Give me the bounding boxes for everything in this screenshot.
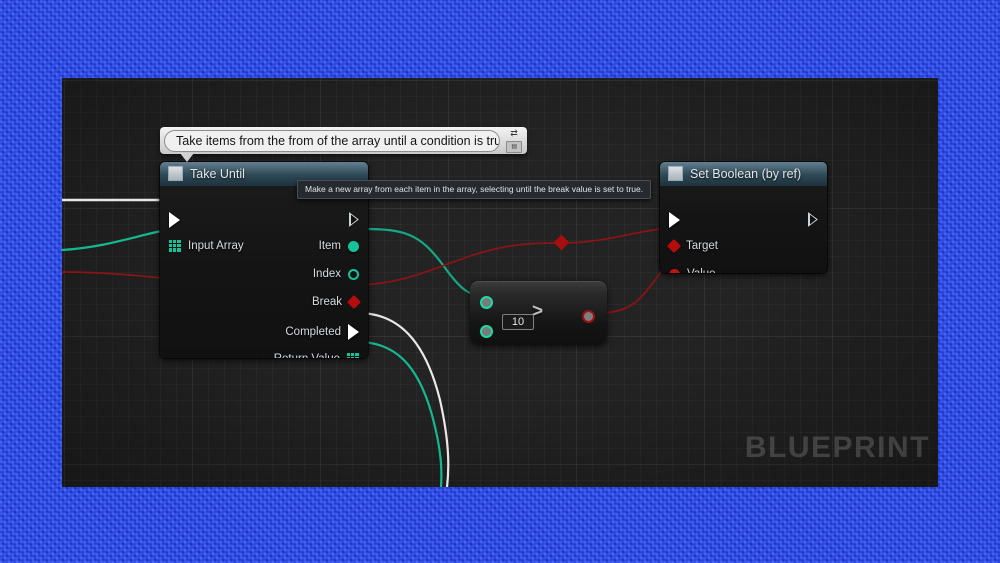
pin-row-exec-out[interactable] bbox=[342, 212, 359, 227]
exec-out-pin-icon[interactable] bbox=[349, 212, 359, 227]
pin-row-return-value[interactable]: Return Value bbox=[274, 353, 359, 358]
pin-row-value[interactable]: Value bbox=[669, 268, 716, 273]
comment-bubble-buttons: ⇄ ▤ bbox=[503, 129, 527, 153]
node-greater-than[interactable]: > 10 bbox=[470, 281, 607, 344]
function-icon bbox=[168, 166, 183, 181]
function-icon bbox=[668, 166, 683, 181]
compare-input-b-pin[interactable] bbox=[480, 325, 493, 338]
target-pin-icon[interactable] bbox=[666, 238, 682, 254]
comment-text-input[interactable]: Take items from the from of the array un… bbox=[164, 129, 500, 152]
break-label: Break bbox=[311, 296, 342, 308]
pin-row-setbool-exec-out[interactable] bbox=[801, 212, 818, 227]
comment-bubble-tail bbox=[180, 153, 194, 162]
return-value-label: Return Value bbox=[274, 353, 340, 358]
blueprint-watermark: BLUEPRINT bbox=[744, 431, 930, 464]
node-set-boolean-title: Set Boolean (by ref) bbox=[690, 166, 802, 181]
break-pin-icon[interactable] bbox=[346, 294, 362, 310]
target-label: Target bbox=[686, 240, 718, 252]
value-pin-icon[interactable] bbox=[669, 268, 680, 273]
collapse-icon[interactable]: ▤ bbox=[506, 140, 522, 153]
return-value-pin-icon[interactable] bbox=[347, 353, 359, 358]
item-pin-icon[interactable] bbox=[348, 240, 359, 252]
pin-row-input-array[interactable]: Input Array bbox=[169, 240, 244, 252]
compare-input-a-pin[interactable] bbox=[480, 296, 493, 309]
index-pin-icon[interactable] bbox=[348, 268, 359, 280]
item-label: Item bbox=[318, 240, 341, 252]
pin-row-item[interactable]: Item bbox=[319, 240, 359, 252]
pin-row-completed[interactable]: Completed bbox=[285, 324, 359, 340]
completed-label: Completed bbox=[285, 326, 341, 338]
exec-in-pin-icon[interactable] bbox=[169, 212, 180, 228]
node-set-boolean-header[interactable]: Set Boolean (by ref) bbox=[660, 162, 827, 186]
completed-pin-icon[interactable] bbox=[348, 324, 359, 340]
node-take-until-title: Take Until bbox=[190, 166, 245, 181]
screenshot-root: BLUEPRINT Take Until Input Array Item In… bbox=[0, 0, 1000, 563]
compare-output-pin[interactable] bbox=[582, 310, 595, 323]
pin-row-exec-in[interactable] bbox=[169, 212, 187, 228]
compare-value-input[interactable]: 10 bbox=[502, 314, 534, 330]
index-label: Index bbox=[312, 268, 341, 280]
exec-out-pin-icon[interactable] bbox=[808, 212, 818, 227]
value-label: Value bbox=[687, 268, 716, 273]
pin-row-break[interactable]: Break bbox=[311, 294, 362, 310]
node-comment-bubble[interactable]: Take items from the from of the array un… bbox=[160, 127, 527, 162]
pin-icon[interactable]: ⇄ bbox=[507, 129, 521, 139]
pin-row-target[interactable]: Target bbox=[666, 238, 718, 254]
node-tooltip: Make a new array from each item in the a… bbox=[297, 180, 652, 199]
pin-row-setbool-exec-in[interactable] bbox=[669, 212, 687, 228]
input-array-label: Input Array bbox=[188, 240, 244, 252]
pin-row-index[interactable]: Index bbox=[313, 268, 359, 280]
array-pin-icon[interactable] bbox=[169, 240, 181, 252]
node-set-boolean-by-ref[interactable]: Set Boolean (by ref) Target Value bbox=[660, 162, 827, 273]
exec-in-pin-icon[interactable] bbox=[669, 212, 680, 228]
